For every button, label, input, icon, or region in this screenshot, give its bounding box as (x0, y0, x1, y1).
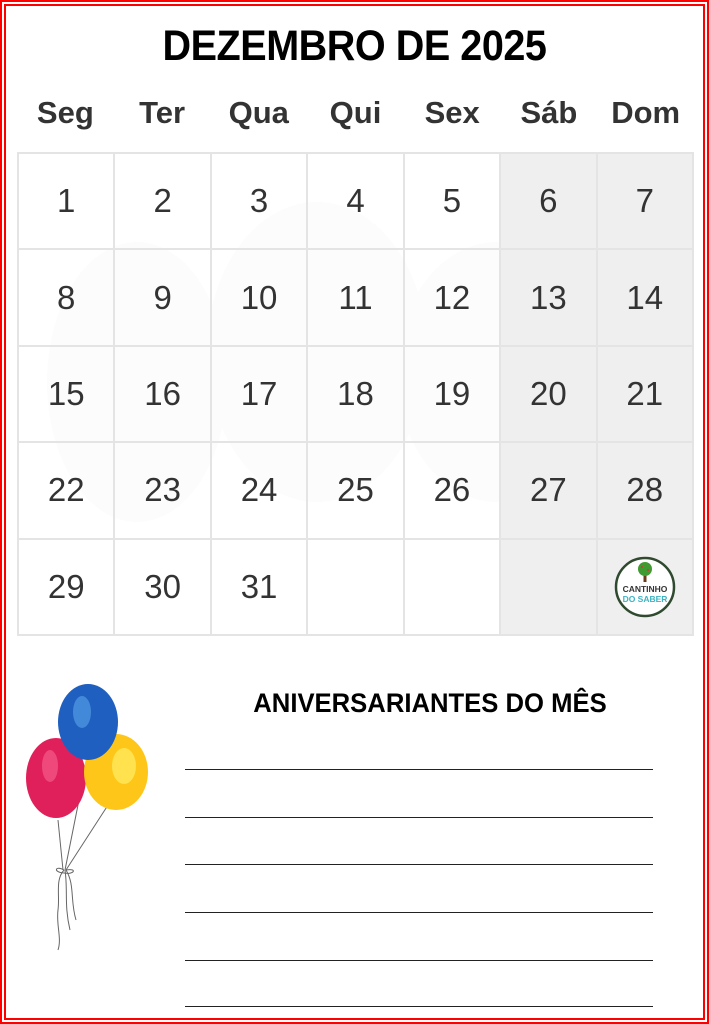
day-cell: 8 (19, 250, 116, 347)
empty-cell (404, 539, 502, 636)
day-cell: 22 (19, 443, 116, 540)
weekday-dom: Dom (611, 95, 681, 130)
day-cell: 24 (211, 443, 309, 540)
day-cell: 18 (308, 346, 405, 444)
day-cell: 3 (211, 154, 309, 251)
weekday-ter: Ter (139, 95, 186, 130)
day-cell: 5 (404, 154, 502, 251)
weekday-qua: Qua (228, 95, 289, 130)
day-cell: 15 (19, 346, 116, 444)
cantinho-do-saber-logo: CANTINHODO SABER (614, 556, 676, 618)
birthdays-title: ANIVERSARIANTES DO MÊS (253, 688, 607, 718)
day-cell: 23 (115, 443, 212, 540)
birthday-line[interactable] (185, 769, 653, 770)
weekday-seg: Seg (36, 95, 94, 130)
calendar-grid: 1 2 3 4 5 6 7 8 9 10 11 12 13 14 15 16 17 18 19 20 21 22 23 24 2… (17, 152, 694, 636)
day-cell: 16 (115, 346, 212, 444)
day-cell: 2 (115, 154, 212, 251)
day-cell: 30 (115, 539, 212, 636)
day-cell: 1 (19, 154, 116, 251)
day-cell: 29 (19, 539, 116, 636)
empty-cell (501, 539, 598, 636)
logo-text-line2: DO SABER (622, 594, 667, 604)
day-cell: 7 (597, 154, 694, 251)
weekday-qui: Qui (329, 95, 382, 130)
day-cell: 12 (404, 250, 502, 347)
day-cell: 11 (308, 250, 405, 347)
birthday-line[interactable] (185, 817, 653, 818)
day-cell: 28 (597, 443, 694, 540)
day-cell: 13 (501, 250, 598, 347)
day-cell: 20 (501, 346, 598, 444)
day-cell: 14 (597, 250, 694, 347)
day-cell: 9 (115, 250, 212, 347)
day-cell: 21 (597, 346, 694, 444)
birthday-line[interactable] (185, 864, 653, 865)
day-cell: 4 (308, 154, 405, 251)
day-cell: 6 (501, 154, 598, 251)
calendar-title: DEZEMBRO DE 2025 (162, 22, 547, 70)
weekday-sex: Sex (424, 95, 480, 130)
logo-text-line1: CANTINHO (622, 584, 667, 594)
weekday-header: Seg Ter Qua Qui Sex Sáb Dom (17, 93, 694, 133)
birthday-line[interactable] (185, 1006, 653, 1007)
day-cell: 17 (211, 346, 309, 444)
weekday-sab: Sáb (520, 95, 578, 130)
empty-cell (308, 539, 405, 636)
day-cell: 27 (501, 443, 598, 540)
empty-cell: CANTINHO DO SABER (597, 539, 694, 636)
day-cell: 25 (308, 443, 405, 540)
day-cell: 26 (404, 443, 502, 540)
birthday-line[interactable] (185, 912, 653, 913)
birthday-line[interactable] (185, 960, 653, 961)
day-cell: 10 (211, 250, 309, 347)
day-cell: 31 (211, 539, 309, 636)
balloons-icon (26, 684, 148, 951)
day-cell: 19 (404, 346, 502, 444)
